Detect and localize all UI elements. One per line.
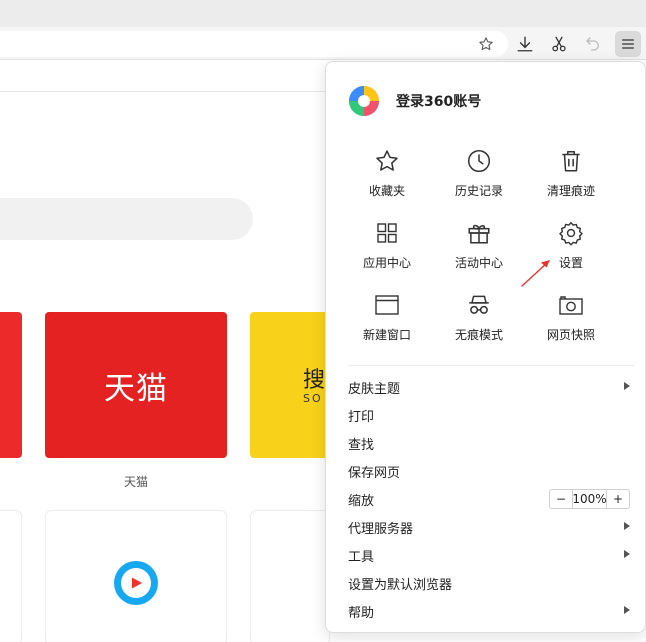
star-icon <box>479 37 493 51</box>
speed-dial-card[interactable] <box>0 510 22 642</box>
bookmark-star-button[interactable] <box>473 31 499 57</box>
menu-item-label: 皮肤主题 <box>348 381 401 397</box>
menu-item-tools[interactable]: 工具 <box>348 541 638 569</box>
speed-dial-tile-partial[interactable] <box>0 312 22 458</box>
menu-history[interactable]: 历史记录 <box>433 146 525 208</box>
menu-item-label: 帮助 <box>348 605 375 621</box>
menu-item-label: 设置为默认浏览器 <box>348 577 453 593</box>
menu-item-label: 工具 <box>348 549 375 565</box>
menu-item-label: 代理服务器 <box>348 521 414 537</box>
menu-clear-traces-label: 清理痕迹 <box>546 184 595 198</box>
menu-app-center-label: 应用中心 <box>362 256 411 270</box>
zoom-level: 100% <box>572 490 607 508</box>
menu-incognito[interactable]: 无痕模式 <box>433 290 525 352</box>
speed-dial-card-video[interactable] <box>45 510 227 642</box>
download-icon <box>517 36 533 52</box>
apps-grid-icon <box>377 223 397 243</box>
menu-new-window-label: 新建窗口 <box>362 328 411 342</box>
search-input[interactable] <box>0 198 253 240</box>
menu-item-print[interactable]: 打印 <box>348 401 638 429</box>
download-button[interactable] <box>512 31 538 57</box>
new-window-icon <box>375 295 399 315</box>
undo-icon <box>586 37 599 51</box>
main-menu-button[interactable] <box>615 31 641 57</box>
menu-app-center[interactable]: 应用中心 <box>341 218 433 280</box>
browser-toolbar <box>0 27 646 60</box>
annotation-arrow-icon <box>521 260 550 287</box>
submenu-arrow-icon <box>624 550 630 558</box>
menu-item-zoom: 缩放 − 100% + <box>348 485 638 513</box>
menu-item-find[interactable]: 查找 <box>348 429 638 457</box>
menu-web-snapshot[interactable]: 网页快照 <box>525 290 617 352</box>
tmall-logo-text: 天猫 <box>104 370 168 407</box>
menu-item-label: 查找 <box>348 437 375 453</box>
zoom-in-button[interactable]: + <box>607 490 629 508</box>
zoom-control: − 100% + <box>549 489 630 509</box>
menu-item-label: 打印 <box>348 409 375 425</box>
incognito-icon <box>469 295 489 314</box>
menu-new-window[interactable]: 新建窗口 <box>341 290 433 352</box>
screenshot-button[interactable] <box>546 31 572 57</box>
submenu-arrow-icon <box>624 382 630 390</box>
address-bar[interactable] <box>0 31 508 57</box>
menu-icon <box>622 39 634 49</box>
menu-bookmarks[interactable]: 收藏夹 <box>341 146 433 208</box>
menu-incognito-label: 无痕模式 <box>454 328 503 342</box>
submenu-arrow-icon <box>624 606 630 614</box>
menu-item-save-page[interactable]: 保存网页 <box>348 457 638 485</box>
menu-item-skin-theme[interactable]: 皮肤主题 <box>348 373 638 401</box>
tile-label-tmall: 天猫 <box>123 475 148 489</box>
speed-dial-tile-sogou[interactable]: 搜 SO <box>250 312 330 458</box>
menu-activity-center[interactable]: 活动中心 <box>433 218 525 280</box>
menu-item-proxy[interactable]: 代理服务器 <box>348 513 638 541</box>
menu-activity-center-label: 活动中心 <box>454 256 503 270</box>
tab-strip <box>0 0 646 27</box>
speed-dial-tile-tmall[interactable]: 天猫 <box>45 312 227 458</box>
sogou-logo-subtext: SO <box>303 392 323 405</box>
menu-item-label: 保存网页 <box>348 465 401 481</box>
gift-icon <box>468 224 490 244</box>
zoom-out-button[interactable]: − <box>550 490 572 508</box>
menu-item-help[interactable]: 帮助 <box>348 597 638 625</box>
menu-divider <box>348 365 634 366</box>
submenu-arrow-icon <box>624 522 630 530</box>
menu-history-label: 历史记录 <box>454 184 503 198</box>
login-label: 登录360账号 <box>396 94 482 110</box>
gear-icon <box>559 222 583 246</box>
menu-web-snapshot-label: 网页快照 <box>546 328 595 342</box>
video-play-icon <box>114 561 158 605</box>
menu-clear-traces[interactable]: 清理痕迹 <box>525 146 617 208</box>
main-menu-dropdown: 登录360账号 收藏夹 历史记录 清理痕迹 应用中心 活动中心 设置 新建窗口 … <box>325 61 646 633</box>
speed-dial-card[interactable] <box>250 510 330 642</box>
menu-item-label: 缩放 <box>348 493 375 509</box>
trash-icon <box>562 151 580 172</box>
camera-icon <box>559 296 583 315</box>
scissors-icon <box>552 36 566 52</box>
login-button[interactable]: 登录360账号 <box>348 84 481 118</box>
menu-item-set-default[interactable]: 设置为默认浏览器 <box>348 569 638 597</box>
star-outline-icon <box>376 150 398 171</box>
360-logo-icon <box>349 86 379 116</box>
undo-button[interactable] <box>580 31 606 57</box>
menu-bookmarks-label: 收藏夹 <box>368 184 405 198</box>
clock-icon <box>467 149 491 173</box>
sogou-logo-text: 搜 <box>303 368 326 393</box>
